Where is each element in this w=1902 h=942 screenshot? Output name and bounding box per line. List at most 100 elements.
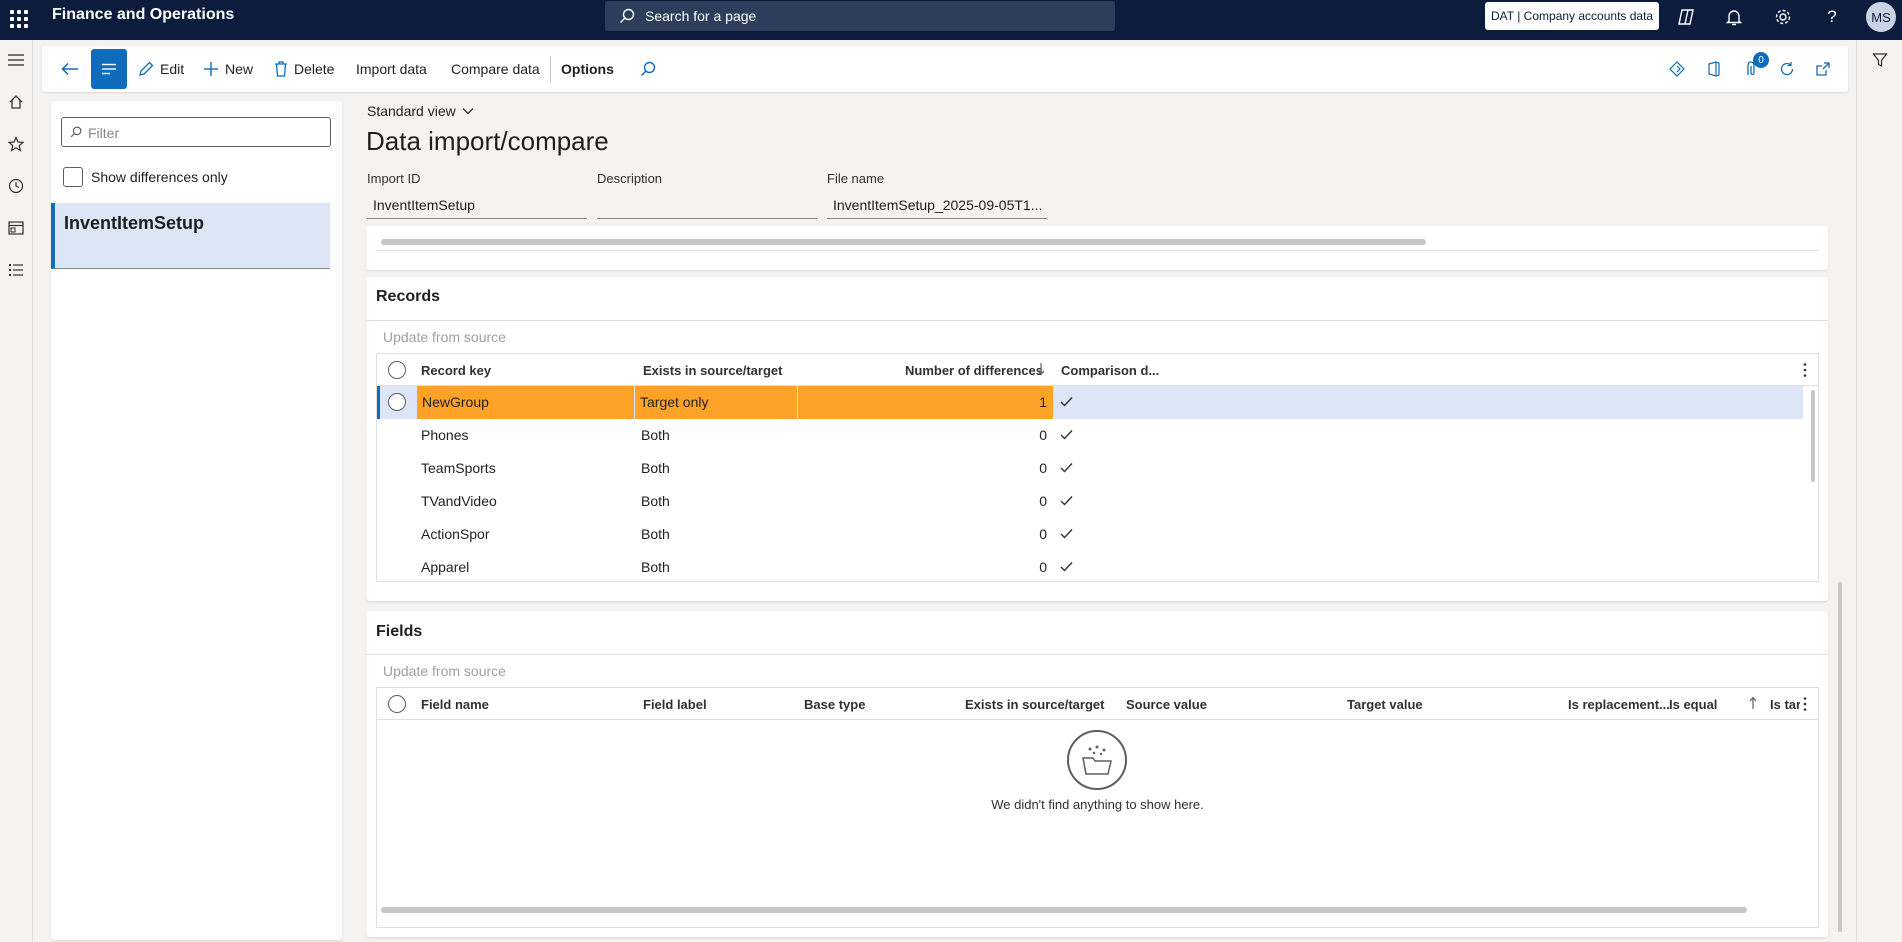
- differences-cell[interactable]: 0: [987, 460, 1047, 476]
- attachments-icon[interactable]: 0: [1742, 52, 1769, 79]
- hamburger-menu-icon[interactable]: [6, 50, 26, 70]
- attachments-count-badge: 0: [1753, 52, 1769, 68]
- column-field-name[interactable]: Field name: [421, 697, 489, 712]
- list-item[interactable]: InventItemSetup: [51, 203, 330, 269]
- delete-label: Delete: [294, 61, 335, 77]
- exists-cell[interactable]: Both: [641, 427, 670, 443]
- record-key-cell[interactable]: Apparel: [421, 559, 469, 575]
- show-differences-toggle[interactable]: Show differences only: [63, 167, 228, 187]
- office-icon[interactable]: [1704, 59, 1724, 79]
- column-exists[interactable]: Exists in source/target: [643, 363, 782, 378]
- select-all-radio[interactable]: [388, 695, 406, 713]
- record-key-cell[interactable]: TVandVideo: [421, 493, 497, 509]
- app-title[interactable]: Finance and Operations: [52, 6, 234, 24]
- exists-cell[interactable]: Both: [641, 526, 670, 542]
- records-grid-header: Record key Exists in source/target Numbe…: [377, 354, 1818, 386]
- document-view-button[interactable]: [91, 49, 127, 89]
- vertical-scrollbar[interactable]: [1811, 390, 1815, 482]
- column-source-value[interactable]: Source value: [1126, 697, 1207, 712]
- more-options-icon[interactable]: [1803, 362, 1807, 378]
- delete-button[interactable]: Delete: [274, 46, 334, 92]
- record-key-cell[interactable]: ActionSpor: [421, 526, 489, 542]
- compare-data-button[interactable]: Compare data: [451, 46, 540, 92]
- avatar[interactable]: MS: [1866, 2, 1896, 32]
- record-key-cell[interactable]: NewGroup: [422, 394, 489, 410]
- description-input[interactable]: [597, 195, 817, 219]
- table-row[interactable]: Apparel Both 0: [377, 551, 1803, 581]
- table-row[interactable]: TeamSports Both 0: [377, 452, 1803, 485]
- column-is-replacement[interactable]: Is replacement...: [1568, 697, 1670, 712]
- import-id-input[interactable]: InventItemSetup: [367, 195, 587, 219]
- page-title: Data import/compare: [366, 126, 609, 156]
- description-field: Description: [597, 171, 817, 219]
- gear-icon[interactable]: [1772, 6, 1794, 28]
- bell-icon[interactable]: [1723, 6, 1745, 28]
- record-key-cell[interactable]: TeamSports: [421, 460, 496, 476]
- filter-pane-icon[interactable]: [1870, 50, 1890, 70]
- table-row[interactable]: NewGroup Target only 1: [377, 386, 1803, 419]
- column-field-label[interactable]: Field label: [643, 697, 707, 712]
- horizontal-scrollbar[interactable]: [381, 907, 1747, 913]
- column-is-equal[interactable]: Is equal: [1669, 697, 1717, 712]
- sort-descending-icon: [1037, 363, 1045, 376]
- favorites-star-icon[interactable]: [6, 134, 26, 154]
- import-data-button[interactable]: Import data: [356, 46, 427, 92]
- copilot-icon[interactable]: [1675, 6, 1697, 28]
- options-tab[interactable]: Options: [561, 46, 614, 92]
- new-button[interactable]: New: [203, 46, 253, 92]
- update-from-source-button[interactable]: Update from source: [383, 329, 506, 345]
- refresh-icon[interactable]: [1777, 59, 1797, 79]
- modules-list-icon[interactable]: [6, 260, 26, 280]
- differences-cell[interactable]: 0: [987, 427, 1047, 443]
- horizontal-scrollbar[interactable]: [381, 239, 1426, 245]
- power-apps-icon[interactable]: [1667, 59, 1687, 79]
- exists-cell[interactable]: Both: [641, 493, 670, 509]
- column-record-key[interactable]: Record key: [421, 363, 491, 378]
- action-search-button[interactable]: [640, 46, 656, 92]
- home-icon[interactable]: [6, 92, 26, 112]
- exists-cell[interactable]: Target only: [640, 394, 708, 410]
- differences-cell[interactable]: 0: [987, 559, 1047, 575]
- file-name-label: File name: [827, 171, 885, 186]
- exists-cell[interactable]: Both: [641, 559, 670, 575]
- column-is-target[interactable]: Is targ: [1770, 697, 1800, 712]
- table-row[interactable]: Phones Both 0: [377, 419, 1803, 452]
- table-row[interactable]: ActionSpor Both 0: [377, 518, 1803, 551]
- recent-clock-icon[interactable]: [6, 176, 26, 196]
- help-icon[interactable]: ?: [1821, 6, 1843, 28]
- file-name-input[interactable]: InventItemSetup_2025-09-05T1...: [827, 195, 1047, 219]
- company-picker-button[interactable]: DAT | Company accounts data: [1485, 2, 1660, 30]
- differences-cell[interactable]: 1: [987, 394, 1047, 410]
- row-select-radio[interactable]: [388, 393, 406, 411]
- new-label: New: [225, 61, 254, 77]
- edit-button[interactable]: Edit: [138, 46, 184, 92]
- more-options-icon[interactable]: [1803, 696, 1807, 712]
- update-from-source-button[interactable]: Update from source: [383, 663, 506, 679]
- fields-title[interactable]: Fields: [376, 623, 422, 641]
- column-exists[interactable]: Exists in source/target: [965, 697, 1104, 712]
- records-title[interactable]: Records: [376, 288, 440, 306]
- table-row[interactable]: TVandVideo Both 0: [377, 485, 1803, 518]
- open-in-new-window-icon[interactable]: [1813, 59, 1833, 79]
- column-target-value[interactable]: Target value: [1347, 697, 1423, 712]
- differences-cell[interactable]: 0: [987, 493, 1047, 509]
- column-number-of-differences[interactable]: Number of differences: [905, 363, 1043, 378]
- select-all-radio[interactable]: [388, 361, 406, 379]
- record-key-cell[interactable]: Phones: [421, 427, 468, 443]
- show-differences-checkbox[interactable]: [63, 167, 83, 187]
- search-icon: [641, 61, 656, 76]
- page-search-input[interactable]: Search for a page: [605, 1, 1115, 31]
- records-section: Records Update from source Record key Ex…: [366, 277, 1828, 601]
- app-launcher-icon[interactable]: [8, 8, 28, 28]
- description-label: Description: [597, 171, 663, 186]
- checkmark-icon: [1060, 430, 1073, 440]
- view-selector[interactable]: Standard view: [367, 103, 474, 119]
- differences-cell[interactable]: 0: [987, 526, 1047, 542]
- column-comparison[interactable]: Comparison d...: [1061, 363, 1159, 378]
- back-button[interactable]: [56, 46, 84, 92]
- exists-cell[interactable]: Both: [641, 460, 670, 476]
- page-vertical-scrollbar[interactable]: [1838, 582, 1842, 932]
- column-base-type[interactable]: Base type: [804, 697, 865, 712]
- workspaces-icon[interactable]: [6, 218, 26, 238]
- filter-input[interactable]: Filter: [61, 117, 331, 147]
